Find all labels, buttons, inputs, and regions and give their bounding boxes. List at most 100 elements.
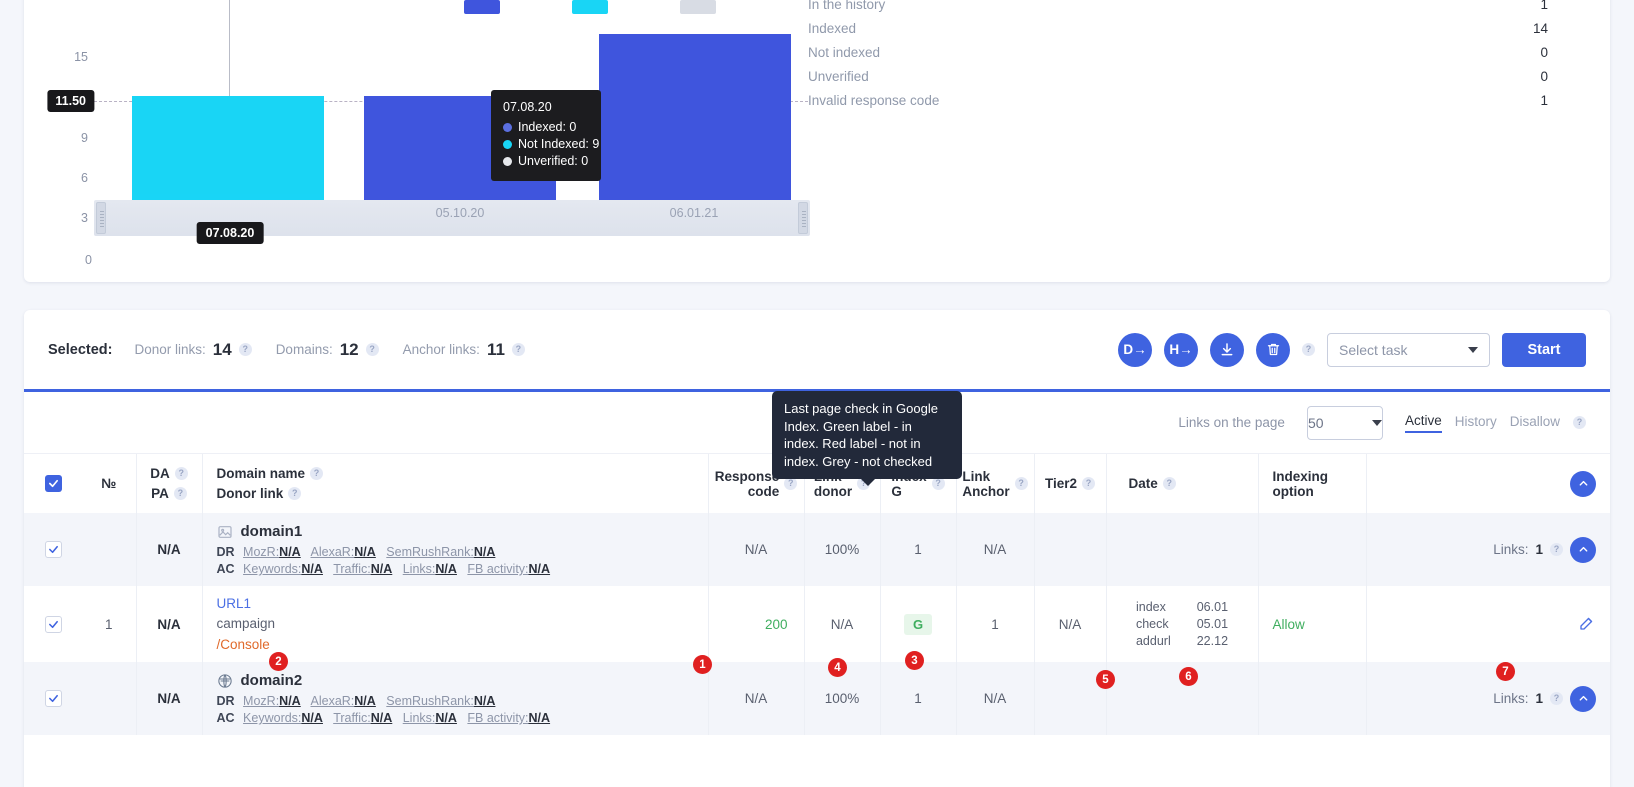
help-icon-donor-links[interactable]: ? — [238, 343, 252, 356]
help-icon-tabs[interactable]: ? — [1573, 416, 1586, 429]
row-collapse-button[interactable] — [1570, 536, 1596, 563]
h-arrow-button[interactable]: H→ — [1164, 332, 1198, 367]
row-checkbox[interactable] — [44, 615, 62, 633]
tab-disallow[interactable]: Disallow — [1510, 414, 1560, 432]
row-checkbox[interactable] — [44, 541, 62, 558]
delete-button[interactable] — [1256, 332, 1290, 367]
table-row[interactable]: N/A domain1 DR MozR:N/A AlexaR:N/A SemRu… — [24, 513, 1610, 586]
dr-prefix: DR — [216, 545, 235, 559]
stat-value-history: 1 — [1540, 0, 1548, 12]
metric-traffic[interactable]: Traffic:N/A — [333, 562, 392, 576]
metric-keywords[interactable]: Keywords:N/A — [243, 711, 323, 725]
domain-dr-metrics: DR MozR:N/A AlexaR:N/A SemRushRank:N/A — [217, 545, 704, 559]
date-grid: index 06.01 check 05.01 addurl 22.12 — [1111, 600, 1254, 648]
metric-links[interactable]: Links:N/A — [403, 562, 457, 576]
help-icon-pa[interactable]: ? — [173, 487, 187, 500]
help-icon-date[interactable]: ? — [1162, 477, 1176, 490]
metric-semrushrank[interactable]: SemRushRank:N/A — [386, 694, 495, 708]
metric-alexar[interactable]: AlexaR:N/A — [311, 545, 376, 559]
help-icon-donor-link[interactable]: ? — [288, 487, 302, 500]
wordpress-icon — [217, 673, 232, 688]
edit-button[interactable] — [1578, 617, 1596, 635]
row-da-pa: N/A — [135, 662, 202, 735]
download-button[interactable] — [1210, 332, 1244, 367]
help-icon-tier2[interactable]: ? — [1082, 477, 1096, 490]
select-all-checkbox[interactable] — [44, 475, 62, 492]
stat-label-not-indexed: Not indexed — [808, 44, 881, 60]
stat-value-indexed: 14 — [1532, 20, 1548, 36]
help-icon-da[interactable]: ? — [174, 467, 188, 480]
header-collapse — [1365, 454, 1610, 513]
stat-row-invalid-response: Invalid response code 1 — [808, 88, 1548, 112]
metric-keywords-value: N/A — [301, 562, 323, 576]
task-select[interactable]: Select task — [1327, 332, 1490, 367]
metric-mozr[interactable]: MozR:N/A — [243, 694, 301, 708]
tab-history[interactable]: History — [1455, 414, 1497, 432]
stat-row-indexed: Indexed 14 — [808, 16, 1548, 40]
help-icon-anchor-links[interactable]: ? — [511, 343, 525, 356]
metric-mozr[interactable]: MozR:N/A — [243, 545, 301, 559]
y-tick-15: 15 — [74, 50, 88, 64]
help-icon-links[interactable]: ? — [1550, 543, 1563, 556]
page-size-select[interactable]: 50 — [1306, 405, 1383, 440]
metric-semrushrank[interactable]: SemRushRank:N/A — [386, 545, 495, 559]
bar-indexed-06-01-21[interactable] — [599, 34, 791, 200]
console-link[interactable]: /Console — [217, 637, 704, 652]
start-button[interactable]: Start — [1502, 332, 1586, 367]
d-arrow-button[interactable]: D→ — [1118, 332, 1152, 367]
domain-name[interactable]: domain1 — [241, 523, 303, 540]
metric-alexar-key: AlexaR: — [310, 694, 355, 708]
date-value-check: 05.01 — [1196, 617, 1229, 631]
indexing-bar-chart: 15 9 6 3 0 11.50 05.10.20 06.01.21 07.08… — [47, 0, 810, 267]
header-da-label: DA — [150, 466, 170, 481]
row-url-cell: URL1 campaign /Console — [201, 586, 708, 662]
help-icon-task[interactable]: ? — [1302, 343, 1315, 356]
row-date — [1105, 513, 1258, 586]
metric-links-value: N/A — [435, 711, 457, 725]
help-icon-domain-name[interactable]: ? — [310, 467, 324, 480]
metric-semrushrank-value: N/A — [473, 694, 496, 708]
links-label: Links: — [1493, 542, 1529, 557]
table-controls-right: Links on the page 50 Active History Disa… — [1178, 405, 1586, 440]
help-icon-link-anchor[interactable]: ? — [1014, 477, 1028, 490]
campaign-name: campaign — [216, 616, 276, 631]
tooltip-dot-unverified — [503, 157, 512, 166]
metric-fb-activity[interactable]: FB activity:N/A — [467, 562, 550, 576]
metric-alexar[interactable]: AlexaR:N/A — [311, 694, 376, 708]
metric-fb-activity[interactable]: FB activity:N/A — [467, 711, 550, 725]
metric-keywords[interactable]: Keywords:N/A — [243, 562, 323, 576]
scrollbar-handle-right[interactable] — [798, 202, 808, 234]
row-link-donor: N/A — [803, 586, 880, 662]
metric-links[interactable]: Links:N/A — [403, 711, 457, 725]
collapse-all-button[interactable] — [1570, 470, 1596, 497]
tooltip-label-indexed: Indexed: 0 — [518, 120, 577, 134]
row-response-code: N/A — [707, 513, 804, 586]
row-response-code: 200 — [707, 586, 804, 662]
donor-url-link[interactable]: URL1 — [217, 596, 704, 611]
counter-donor-links-label: Donor links: — [134, 342, 206, 357]
table-controls-bar: Last page check in Google Index. Green l… — [24, 391, 1610, 486]
header-index-g-l2: G — [891, 483, 902, 499]
metric-traffic-key: Traffic: — [333, 562, 371, 576]
row-tier2 — [1033, 513, 1106, 586]
help-icon-domains[interactable]: ? — [365, 343, 379, 356]
help-icon-links[interactable]: ? — [1550, 692, 1563, 705]
row-checkbox[interactable] — [44, 690, 62, 707]
stat-label-history: In the history — [808, 0, 886, 12]
domain-name[interactable]: domain2 — [241, 672, 303, 689]
row-collapse-button[interactable] — [1570, 685, 1596, 712]
selection-toolbar: Selected: Donor links: 14 ? Domains: 12 … — [24, 310, 1610, 392]
metric-traffic[interactable]: Traffic:N/A — [333, 711, 392, 725]
tab-active[interactable]: Active — [1404, 413, 1442, 433]
metric-links-value: N/A — [435, 562, 457, 576]
table-row[interactable]: 1 N/A URL1 campaign /Console 200 N/A G 1 — [24, 586, 1610, 662]
stat-value-unverified: 0 — [1540, 68, 1548, 84]
header-select-all — [24, 454, 82, 513]
table-row[interactable]: N/A domain2 DR MozR:N/A AlexaR:N/A SemRu… — [24, 662, 1610, 735]
average-value-badge: 11.50 — [47, 90, 94, 112]
scrollbar-handle-left[interactable] — [96, 202, 106, 234]
date-key-check: check — [1135, 617, 1169, 631]
bar-not-indexed-07-08-20[interactable] — [132, 96, 324, 200]
header-date-label: Date — [1128, 476, 1158, 491]
row-tier2 — [1033, 662, 1106, 735]
